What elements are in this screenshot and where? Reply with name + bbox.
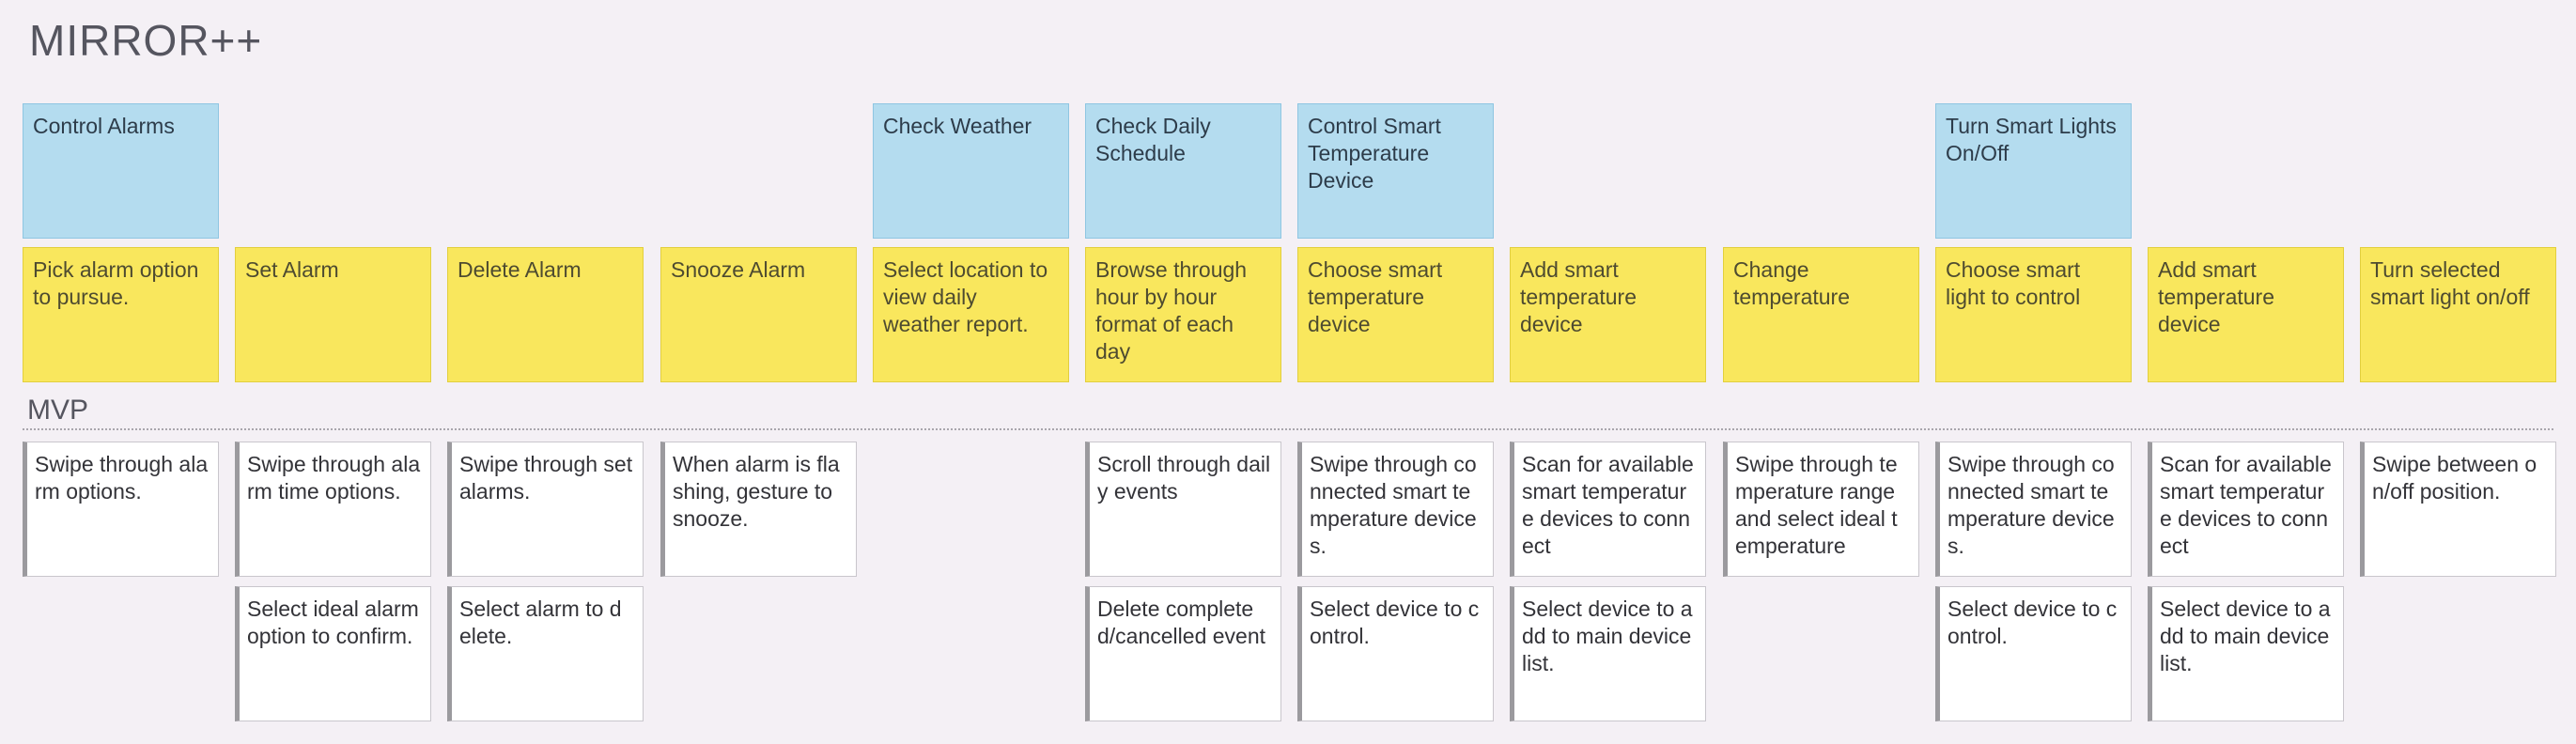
story-card[interactable]: Select device to add to main device list… — [1510, 586, 1706, 721]
task-card[interactable]: Add smart temperature device — [2148, 247, 2344, 382]
story-card[interactable]: Swipe through connected smart temperatur… — [1297, 442, 1494, 577]
task-card[interactable]: Choose smart temperature device — [1297, 247, 1494, 382]
task-card[interactable]: Snooze Alarm — [660, 247, 857, 382]
story-card[interactable]: Scan for available smart temperature dev… — [1510, 442, 1706, 577]
task-card[interactable]: Pick alarm option to pursue. — [23, 247, 219, 382]
story-card[interactable]: Swipe through alarm options. — [23, 442, 219, 577]
activity-card[interactable]: Control Smart Temperature Device — [1297, 103, 1494, 239]
story-card[interactable]: Swipe through set alarms. — [447, 442, 644, 577]
task-card[interactable]: Set Alarm — [235, 247, 431, 382]
activity-card[interactable]: Check Weather — [873, 103, 1069, 239]
story-card[interactable]: Scroll through daily events — [1085, 442, 1281, 577]
task-card[interactable]: Change temperature — [1723, 247, 1919, 382]
story-card[interactable]: Select device to add to main device list… — [2148, 586, 2344, 721]
task-card[interactable]: Delete Alarm — [447, 247, 644, 382]
mvp-divider — [23, 428, 2553, 430]
task-card[interactable]: Select location to view daily weather re… — [873, 247, 1069, 382]
page-title: MIRROR++ — [29, 16, 263, 65]
story-card[interactable]: Scan for available smart temperature dev… — [2148, 442, 2344, 577]
story-card[interactable]: Select alarm to delete. — [447, 586, 644, 721]
activity-card[interactable]: Turn Smart Lights On/Off — [1935, 103, 2132, 239]
story-card[interactable]: Swipe through connected smart temperatur… — [1935, 442, 2132, 577]
task-card[interactable]: Choose smart light to control — [1935, 247, 2132, 382]
story-card[interactable]: Delete completed/cancelled event — [1085, 586, 1281, 721]
story-card[interactable]: Select ideal alarm option to confirm. — [235, 586, 431, 721]
story-card[interactable]: Select device to control. — [1935, 586, 2132, 721]
task-card[interactable]: Turn selected smart light on/off — [2360, 247, 2556, 382]
story-card[interactable]: Swipe through alarm time options. — [235, 442, 431, 577]
story-card[interactable]: When alarm is flashing, gesture to snooz… — [660, 442, 857, 577]
activity-card[interactable]: Check Daily Schedule — [1085, 103, 1281, 239]
activity-card[interactable]: Control Alarms — [23, 103, 219, 239]
story-card[interactable]: Select device to control. — [1297, 586, 1494, 721]
story-card[interactable]: Swipe through temperature range and sele… — [1723, 442, 1919, 577]
story-card[interactable]: Swipe between on/off position. — [2360, 442, 2556, 577]
task-card[interactable]: Browse through hour by hour format of ea… — [1085, 247, 1281, 382]
task-card[interactable]: Add smart temperature device — [1510, 247, 1706, 382]
mvp-label: MVP — [27, 395, 89, 426]
